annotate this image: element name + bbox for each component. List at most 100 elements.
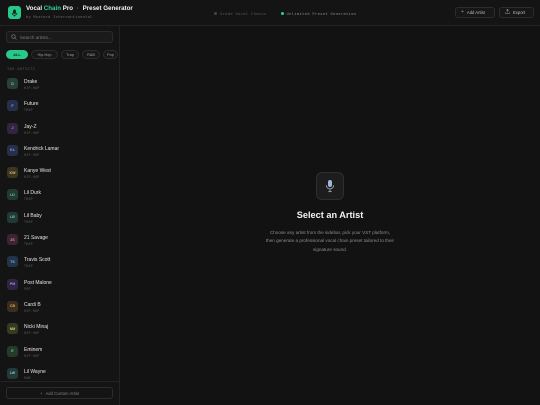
artist-avatar: LW xyxy=(7,367,18,379)
artist-list-item[interactable]: E Eminem HIP-HOP xyxy=(0,342,119,364)
artist-genre: TRAP xyxy=(24,242,33,247)
artist-avatar: D xyxy=(7,78,18,89)
artist-avatar: KL xyxy=(7,144,18,156)
artist-avatar: E xyxy=(7,345,18,357)
pill-label: Grade Vocal Chains xyxy=(220,10,267,16)
empty-state-title: Select an Artist xyxy=(296,210,364,220)
filter-rnb[interactable]: R&B xyxy=(82,50,100,59)
brand-separator: · xyxy=(76,5,79,12)
artist-count: 305 ARTISTS xyxy=(7,67,36,71)
artist-genre: HIP-HOP xyxy=(24,152,40,157)
artist-name: 21 Savage xyxy=(24,235,48,242)
artist-avatar: LD xyxy=(7,189,18,201)
plus-icon: + xyxy=(461,9,464,15)
artist-list-item[interactable]: J Jay-Z HIP-HOP xyxy=(0,119,119,141)
artist-list-item[interactable]: KL Kendrick Lamar HIP-HOP xyxy=(0,141,119,163)
filter-label: Pop xyxy=(107,52,114,57)
artist-list-item[interactable]: LD Lil Durk TRAP xyxy=(0,185,119,207)
artist-avatar: F xyxy=(7,100,18,112)
artist-list-item[interactable]: 2S 21 Savage TRAP xyxy=(0,230,119,252)
status-dot-icon xyxy=(214,11,217,15)
search-box[interactable] xyxy=(6,31,113,43)
brand-part2: Pro xyxy=(62,5,74,12)
add-artist-label: Add Artist xyxy=(466,10,485,15)
artist-name: Lil Durk xyxy=(24,190,41,197)
artist-name: Travis Scott xyxy=(24,257,51,264)
artist-genre: TRAP xyxy=(24,264,33,269)
artist-genre: TRAP xyxy=(24,219,33,224)
artist-genre: HIP-HOP xyxy=(24,308,40,313)
artist-genre: POP xyxy=(24,286,31,291)
artist-list-item[interactable]: TS Travis Scott TRAP xyxy=(0,252,119,274)
artist-genre: HIP-HOP xyxy=(24,353,40,358)
add-artist-button[interactable]: + Add Artist xyxy=(455,7,495,18)
genre-filters: ALL Hip-Hop Trap R&B Pop xyxy=(6,50,118,59)
pill-label: Unlimited Preset Generation xyxy=(286,10,357,16)
artist-name: Cardi B xyxy=(24,301,41,308)
sidebar-footer: + Add Custom Artist xyxy=(0,381,119,405)
filter-label: Trap xyxy=(66,52,74,57)
artist-name: Drake xyxy=(24,79,38,85)
artist-name: Post Malone xyxy=(24,279,52,286)
artist-avatar: TS xyxy=(7,256,18,268)
main-panel: Select an Artist Choose any artist from … xyxy=(120,26,540,405)
artist-list-item[interactable]: PM Post Malone POP xyxy=(0,275,119,297)
artist-avatar: 2S xyxy=(7,234,18,246)
artist-genre: TRAP xyxy=(24,108,33,113)
artist-name: Kanye West xyxy=(24,168,51,175)
export-icon xyxy=(505,9,510,16)
artist-name: Lil Wayne xyxy=(24,368,46,375)
filter-all[interactable]: ALL xyxy=(6,50,28,59)
artist-avatar: J xyxy=(7,122,18,134)
plus-icon: + xyxy=(40,390,43,396)
artist-genre: R&B xyxy=(24,375,31,380)
search-input[interactable] xyxy=(19,34,108,40)
add-custom-label: Add Custom Artist xyxy=(45,390,79,396)
artist-avatar: LB xyxy=(7,211,18,223)
artist-avatar: KW xyxy=(7,167,18,179)
mic-logo-icon xyxy=(8,6,21,19)
microphone-icon xyxy=(316,172,344,200)
artist-list-item[interactable]: CB Cardi B HIP-HOP xyxy=(0,297,119,319)
artist-list: D Drake HIP-HOP F Future TRAP J Jay-Z HIP-HOP KL K… xyxy=(0,74,119,386)
add-custom-artist-button[interactable]: + Add Custom Artist xyxy=(6,387,113,399)
artist-list-item[interactable]: LB Lil Baby TRAP xyxy=(0,208,119,230)
export-label: Export xyxy=(513,10,526,15)
artist-genre: HIP-HOP xyxy=(24,130,40,135)
filter-trap[interactable]: Trap xyxy=(61,50,79,59)
artist-name: Jay-Z xyxy=(24,123,37,130)
artist-name: Lil Baby xyxy=(24,212,42,219)
app-title: Vocal Chain Pro · Preset Generator xyxy=(26,5,133,12)
filter-hip-hop[interactable]: Hip-Hop xyxy=(31,50,58,59)
filter-label: ALL xyxy=(13,52,21,57)
filter-pop[interactable]: Pop xyxy=(103,50,118,59)
app-header: Vocal Chain Pro · Preset Generator by Mu… xyxy=(0,0,540,26)
artist-sidebar: ALL Hip-Hop Trap R&B Pop 305 ARTISTS D Dr… xyxy=(0,26,120,405)
filter-label: Hip-Hop xyxy=(37,52,52,57)
brand-accent: Chain xyxy=(43,5,61,12)
artist-name: Future xyxy=(24,101,39,108)
artist-genre: HIP-HOP xyxy=(24,175,40,180)
artist-name: Kendrick Lamar xyxy=(24,145,60,152)
brand-part1: Vocal xyxy=(26,5,43,12)
artist-list-item[interactable]: NM Nicki Minaj HIP-HOP xyxy=(0,319,119,341)
artist-avatar: PM xyxy=(7,278,18,290)
artist-name: Eminem xyxy=(24,346,43,353)
export-button[interactable]: Export xyxy=(499,7,534,18)
brand-suffix: Preset Generator xyxy=(82,5,133,12)
status-dot-icon xyxy=(280,11,284,15)
artist-list-item[interactable]: D Drake HIP-HOP xyxy=(0,74,119,96)
artist-avatar: NM xyxy=(7,323,18,335)
artist-avatar: CB xyxy=(7,300,18,312)
artist-genre: HIP-HOP xyxy=(24,331,40,336)
artist-list-item[interactable]: F Future TRAP xyxy=(0,96,119,118)
artist-genre: TRAP xyxy=(24,197,33,202)
pill-unlimited: Unlimited Preset Generation xyxy=(277,8,361,18)
search-icon xyxy=(11,34,17,40)
artist-list-item[interactable]: KW Kanye West HIP-HOP xyxy=(0,163,119,185)
empty-state-description: Choose any artist from the sidebar, pick… xyxy=(265,230,395,252)
byline: by Mustard Intercontinental xyxy=(26,15,93,19)
feature-pills: Grade Vocal Chains Unlimited Preset Gene… xyxy=(210,8,360,18)
filter-label: R&B xyxy=(87,52,95,57)
byline-text: by Mustard Intercontinental xyxy=(26,15,93,19)
